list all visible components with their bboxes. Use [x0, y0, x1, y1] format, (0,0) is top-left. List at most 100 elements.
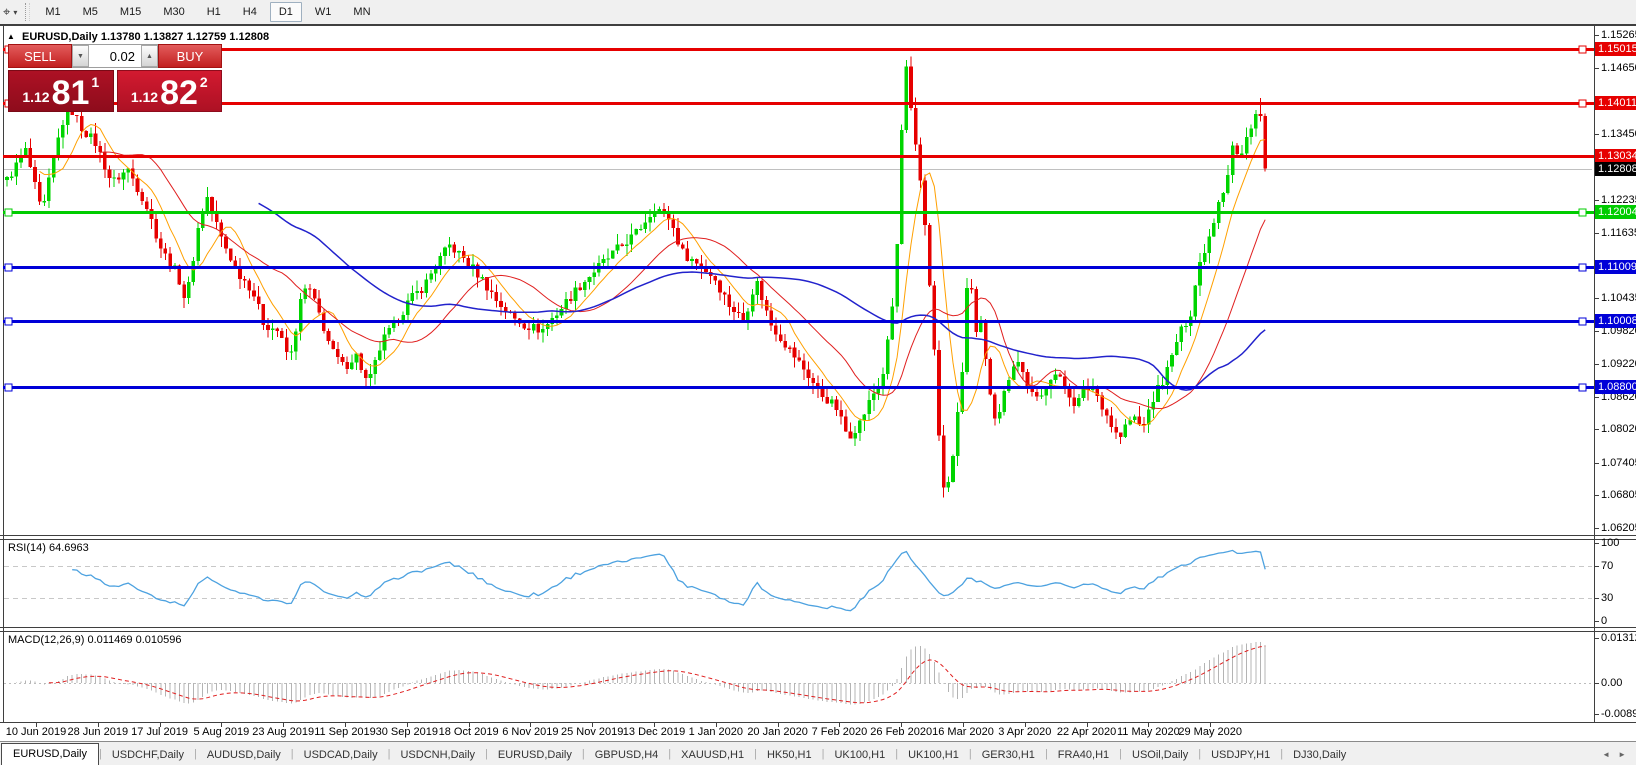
macd-axis-tick: 0.0131215 — [1601, 631, 1636, 644]
level-price-badge: 1.12004 — [1595, 205, 1636, 220]
macd-axis-tick: -0.0089335 — [1601, 707, 1636, 720]
tab-uk100-h1-9[interactable]: UK100,H1 — [824, 745, 895, 765]
date-axis-label: 23 Aug 2019 — [252, 726, 315, 738]
date-axis-label: 6 Nov 2019 — [502, 726, 559, 738]
rsi-label: RSI(14) 64.6963 — [8, 542, 89, 554]
date-axis-label: 11 Sep 2019 — [314, 726, 376, 738]
buy-price-big: 82 — [160, 74, 198, 112]
cursor-tool-icon: ⌖ — [3, 4, 11, 19]
chart-title: ▲ EURUSD,Daily 1.13780 1.13827 1.12759 1… — [7, 31, 269, 43]
date-axis-label: 28 Jun 2019 — [67, 726, 129, 738]
date-axis-label: 22 Apr 2020 — [1056, 726, 1117, 738]
date-axis-label: 3 Apr 2020 — [998, 726, 1052, 738]
buy-price-prefix: 1.12 — [130, 89, 159, 105]
price-axis-tick: 1.06805 — [1601, 489, 1636, 502]
rsi-layer — [72, 549, 1266, 612]
timeframe-button-mn[interactable]: MN — [344, 2, 379, 22]
rsi-axis-tick: 100 — [1601, 537, 1620, 549]
level-price-badge: 1.15015 — [1595, 41, 1636, 56]
date-axis-label: 10 Jun 2019 — [5, 726, 67, 738]
chart-ohlc-values: 1.13780 1.13827 1.12759 1.12808 — [100, 31, 270, 43]
timeframe-button-m1[interactable]: M1 — [36, 2, 69, 22]
current-price-badge: 1.12808 — [1595, 161, 1636, 176]
chart-tab-bar: EURUSD,Daily | USDCHF,Daily | AUDUSD,Daily | U… — [0, 741, 1636, 765]
tab-gbpusd-h4-6[interactable]: GBPUSD,H4 — [585, 745, 669, 765]
sell-price-prefix: 1.12 — [22, 89, 50, 105]
price-axis-tick: 1.14650 — [1601, 62, 1636, 75]
tab-eurusd-daily-5[interactable]: EURUSD,Daily — [488, 745, 582, 765]
timeframe-button-h1[interactable]: H1 — [198, 2, 230, 22]
level-price-badge: 1.14011 — [1595, 96, 1636, 111]
tab-scroll-left-icon[interactable]: ◄ — [1602, 750, 1610, 759]
chart-symbol-label: EURUSD,Daily — [21, 31, 98, 43]
timeframe-button-w1[interactable]: W1 — [306, 2, 341, 22]
date-axis-label: 11 May 2020 — [1116, 726, 1180, 738]
level-price-badge: 1.11009 — [1595, 259, 1636, 274]
timeframe-button-m15[interactable]: M15 — [111, 2, 150, 22]
top-toolbar: ⌖ ▾ M1 M5 M15 M30 H1 H4 D1 W1 MN — [0, 0, 1636, 26]
chevron-down-icon: ▾ — [13, 7, 18, 17]
one-click-trade-panel: SELL ▼ 0.02 ▲ BUY 1.12 81 1 1.12 82 2 — [8, 44, 222, 112]
level-price-badge: 1.08800 — [1595, 379, 1636, 394]
price-axis-tick: 1.06205 — [1601, 522, 1636, 534]
date-axis-label: 20 Jan 2020 — [747, 726, 808, 738]
price-axis-tick: 1.10435 — [1601, 291, 1636, 304]
rsi-axis-tick: 30 — [1601, 591, 1614, 604]
volume-input[interactable]: 0.02 — [89, 45, 141, 67]
date-axis-label: 13 Dec 2019 — [622, 726, 686, 738]
price-axis-tick: 1.08020 — [1601, 423, 1636, 436]
date-axis-label: 18 Oct 2019 — [438, 726, 499, 738]
tab-uk100-h1-10[interactable]: UK100,H1 — [898, 745, 969, 765]
price-axis-tick: 1.12235 — [1601, 193, 1636, 206]
tab-fra40-h1-12[interactable]: FRA40,H1 — [1048, 745, 1119, 765]
level-price-badge: 1.10008 — [1595, 314, 1636, 329]
buy-button[interactable]: BUY — [158, 44, 222, 68]
macd-layer — [15, 641, 1266, 705]
sell-button[interactable]: SELL — [8, 44, 72, 68]
date-axis-label: 26 Feb 2020 — [870, 726, 933, 738]
volume-increase-button[interactable]: ▲ — [141, 45, 158, 67]
timeframe-button-h4[interactable]: H4 — [234, 2, 266, 22]
date-axis-label: 5 Aug 2019 — [193, 726, 250, 738]
tab-usdjpy-h1-14[interactable]: USDJPY,H1 — [1201, 745, 1280, 765]
date-axis-label: 25 Nov 2019 — [560, 726, 624, 738]
macd-axis-tick: 0.00 — [1601, 677, 1623, 689]
timeframe-button-d1[interactable]: D1 — [269, 2, 302, 22]
price-axis-tick: 1.11635 — [1601, 226, 1636, 239]
tab-scroll-right-icon[interactable]: ► — [1618, 750, 1626, 759]
price-axis-tick: 1.07405 — [1601, 456, 1636, 469]
price-chart-canvas[interactable] — [0, 0, 1636, 765]
tab-usdcnh-daily-4[interactable]: USDCNH,Daily — [390, 745, 485, 765]
volume-decrease-button[interactable]: ▼ — [72, 45, 89, 67]
tab-xauusd-h1-7[interactable]: XAUUSD,H1 — [671, 745, 754, 765]
date-axis-label: 16 Mar 2020 — [932, 726, 994, 738]
tab-dj30-daily-15[interactable]: DJ30,Daily — [1283, 745, 1356, 765]
buy-price-display[interactable]: 1.12 82 2 — [116, 70, 222, 112]
rsi-axis-tick: 70 — [1601, 560, 1614, 573]
rsi-axis-tick: 0 — [1601, 615, 1608, 627]
buy-price-pipette: 2 — [199, 74, 208, 90]
sell-price-display[interactable]: 1.12 81 1 — [8, 70, 114, 112]
date-axis-label: 17 Jul 2019 — [131, 726, 189, 738]
macd-label: MACD(12,26,9) 0.011469 0.010596 — [8, 634, 182, 646]
date-axis-label: 29 May 2020 — [1178, 726, 1242, 738]
price-axis-tick: 1.09220 — [1601, 357, 1636, 370]
price-axis-tick: 1.13450 — [1601, 127, 1636, 140]
toolbar-separator — [25, 3, 31, 21]
price-axis-tick: 1.15265 — [1601, 29, 1636, 41]
tab-ger30-h1-11[interactable]: GER30,H1 — [972, 745, 1045, 765]
tab-hk50-h1-8[interactable]: HK50,H1 — [757, 745, 822, 765]
tab-usdchf-daily-1[interactable]: USDCHF,Daily — [102, 745, 194, 765]
tab-audusd-daily-2[interactable]: AUDUSD,Daily — [197, 745, 291, 765]
cursor-tool-button[interactable]: ⌖ ▾ — [0, 4, 21, 20]
timeframe-button-m5[interactable]: M5 — [74, 2, 107, 22]
volume-stepper: ▼ 0.02 ▲ — [72, 44, 158, 68]
collapse-icon: ▲ — [7, 32, 15, 41]
tab-usdcad-daily-3[interactable]: USDCAD,Daily — [294, 745, 388, 765]
timeframe-button-group: M1 M5 M15 M30 H1 H4 D1 W1 MN — [34, 2, 381, 22]
timeframe-button-m30[interactable]: M30 — [154, 2, 193, 22]
date-axis-label: 7 Feb 2020 — [811, 726, 868, 738]
sell-price-big: 81 — [51, 74, 90, 112]
tab-eurusd-daily-0[interactable]: EURUSD,Daily — [1, 743, 99, 765]
tab-usoil-daily-13[interactable]: USOil,Daily — [1122, 745, 1198, 765]
